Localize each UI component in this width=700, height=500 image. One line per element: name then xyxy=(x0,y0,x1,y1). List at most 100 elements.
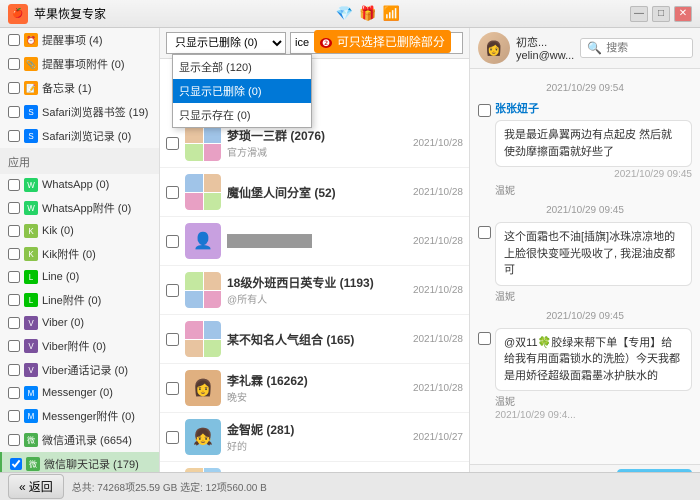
sidebar-item-line[interactable]: L Line (0) xyxy=(0,266,159,288)
checkbox-chat-4[interactable] xyxy=(166,284,179,297)
chat-name-1: 梦琐一三群 (2076) xyxy=(227,127,407,144)
sidebar-item-viber-tonghua[interactable]: V Viber通话记录 (0) xyxy=(0,358,159,382)
close-button[interactable]: ✕ xyxy=(674,6,692,22)
filter-select[interactable]: 显示全部 (120) 只显示已删除 (0) 只显示存在 (0) xyxy=(166,32,286,54)
sidebar-item-line-fj[interactable]: L Line附件 (0) xyxy=(0,288,159,312)
label-biji: 备忘录 (1) xyxy=(42,80,151,96)
checkbox-tixingfujian[interactable] xyxy=(8,58,20,70)
chat-list: 梦琐一三群 (2076) 官方滑减 2021/10/28 魔仙堡人间分室 (52… xyxy=(160,119,469,474)
search-field[interactable] xyxy=(606,42,686,54)
msg-checkbox-3[interactable] xyxy=(478,332,491,345)
checkbox-safari-lishi[interactable] xyxy=(8,130,20,142)
msg-bubble-2: 这个面霜也不油[插旗]冰珠凉凉地的上脸很快变哑光吸收了, 我混油皮都可 xyxy=(495,222,692,286)
sidebar-item-messenger-fj[interactable]: M Messenger附件 (0) xyxy=(0,404,159,428)
checkbox-whatsapp-fj[interactable] xyxy=(8,202,20,214)
chat-item-7[interactable]: 👧 金智妮 (281) 好的 2021/10/27 xyxy=(160,413,469,462)
checkbox-chat-3[interactable] xyxy=(166,235,179,248)
msg-checkbox-1[interactable] xyxy=(478,104,491,117)
sidebar-item-kik-fj[interactable]: K Kik附件 (0) xyxy=(0,242,159,266)
right-panel: 👩 初恋... yelin@ww... 🔍 2021/10/29 09:54 张… xyxy=(470,28,700,500)
checkbox-messenger-fj[interactable] xyxy=(8,410,20,422)
chat-meta-3: 2021/10/28 xyxy=(413,236,463,247)
sidebar-item-tixing[interactable]: ⏰ 提醒事项 (4) xyxy=(0,28,159,52)
avatar-4 xyxy=(185,272,221,308)
dropdown-item-existing[interactable]: 只显示存在 (0) xyxy=(173,103,311,127)
label-messenger-fj: Messenger附件 (0) xyxy=(42,408,151,424)
checkbox-line[interactable] xyxy=(8,271,20,283)
msg-content-2: 这个面霜也不油[插旗]冰珠凉凉地的上脸很快变哑光吸收了, 我混油皮都可 温妮 xyxy=(495,222,692,303)
icon-safari-shuqian: S xyxy=(24,105,38,119)
checkbox-chat-7[interactable] xyxy=(166,431,179,444)
chat-info-6: 李礼霖 (16262) 晚安 xyxy=(227,372,407,404)
icon-line: L xyxy=(24,270,38,284)
title-bar-controls[interactable]: — □ ✕ xyxy=(630,6,692,22)
msg-item-3: @双11🍀胶绿来帮下单【专用】给给我有用面霜锁水的洗脸）今天我都是用娇径超级面霜… xyxy=(478,328,692,422)
icon-messenger-fj: M xyxy=(24,409,38,423)
chat-name-2: 魔仙堡人间分室 (52) xyxy=(227,184,407,201)
chat-date-5: 2021/10/28 xyxy=(413,334,463,345)
sidebar-item-kik[interactable]: K Kik (0) xyxy=(0,220,159,242)
dropdown-item-all[interactable]: 显示全部 (120) xyxy=(173,55,311,79)
checkbox-weixin-liaotian[interactable] xyxy=(10,458,22,470)
checkbox-tixing[interactable] xyxy=(8,34,20,46)
minimize-button[interactable]: — xyxy=(630,6,648,22)
msg-checkbox-2[interactable] xyxy=(478,226,491,239)
checkbox-chat-5[interactable] xyxy=(166,333,179,346)
sidebar-item-viber-fj[interactable]: V Viber附件 (0) xyxy=(0,334,159,358)
checkbox-biji[interactable] xyxy=(8,82,20,94)
chat-info-4: 18级外班西日英专业 (1193) @所有人 xyxy=(227,274,407,306)
back-label: 返回 xyxy=(29,478,53,495)
checkbox-line-fj[interactable] xyxy=(8,294,20,306)
sidebar-item-safari-lishi[interactable]: S Safari浏览记录 (0) xyxy=(0,124,159,148)
checkbox-viber[interactable] xyxy=(8,317,20,329)
right-header-title: 初恋... yelin@ww... xyxy=(516,34,574,62)
sidebar-item-messenger[interactable]: M Messenger (0) xyxy=(0,382,159,404)
chat-item-2[interactable]: 魔仙堡人间分室 (52) 2021/10/28 xyxy=(160,168,469,217)
label-messenger: Messenger (0) xyxy=(42,387,151,399)
checkbox-chat-1[interactable] xyxy=(166,137,179,150)
chat-name-6: 李礼霖 (16262) xyxy=(227,372,407,389)
chat-date-4: 2021/10/28 xyxy=(413,285,463,296)
chat-item-4[interactable]: 18级外班西日英专业 (1193) @所有人 2021/10/28 xyxy=(160,266,469,315)
chat-meta-6: 2021/10/28 xyxy=(413,383,463,394)
chat-info-1: 梦琐一三群 (2076) 官方滑减 xyxy=(227,127,407,159)
sidebar-item-biji[interactable]: 📝 备忘录 (1) xyxy=(0,76,159,100)
main-area: ⏰ 提醒事项 (4) 📎 提醒事项附件 (0) 📝 备忘录 (1) S Safa… xyxy=(0,28,700,500)
checkbox-weixin-tongxun[interactable] xyxy=(8,434,20,446)
dropdown-item-deleted[interactable]: 只显示已删除 (0) xyxy=(173,79,311,103)
checkbox-viber-tonghua[interactable] xyxy=(8,364,20,376)
back-arrow-icon: « xyxy=(19,480,26,494)
label-kik-fj: Kik附件 (0) xyxy=(42,246,151,262)
search-box[interactable]: 🔍 xyxy=(580,38,693,58)
back-button[interactable]: « 返回 xyxy=(8,474,64,499)
checkbox-chat-2[interactable] xyxy=(166,186,179,199)
label-tixing: 提醒事项 (4) xyxy=(42,32,151,48)
sidebar: ⏰ 提醒事项 (4) 📎 提醒事项附件 (0) 📝 备忘录 (1) S Safa… xyxy=(0,28,160,500)
middle-toolbar: 显示全部 (120) 只显示已删除 (0) 只显示存在 (0) 显示全部 (12… xyxy=(160,28,469,59)
sidebar-item-tixingfujian[interactable]: 📎 提醒事项附件 (0) xyxy=(0,52,159,76)
maximize-button[interactable]: □ xyxy=(652,6,670,22)
right-header: 👩 初恋... yelin@ww... 🔍 xyxy=(470,28,700,69)
message-list: 2021/10/29 09:54 张张妞子 我是最近鼻翼两边有点起皮 然后就使劲… xyxy=(470,69,700,464)
checkbox-viber-fj[interactable] xyxy=(8,340,20,352)
checkbox-kik[interactable] xyxy=(8,225,20,237)
sidebar-item-safari-shuqian[interactable]: S Safari浏览器书签 (19) xyxy=(0,100,159,124)
sidebar-item-weixin-tongxun[interactable]: 微 微信通讯录 (6654) xyxy=(0,428,159,452)
chat-item-6[interactable]: 👩 李礼霖 (16262) 晚安 2021/10/28 xyxy=(160,364,469,413)
sidebar-item-whatsapp[interactable]: W WhatsApp (0) xyxy=(0,174,159,196)
checkbox-messenger[interactable] xyxy=(8,387,20,399)
avatar-5 xyxy=(185,321,221,357)
checkbox-kik-fj[interactable] xyxy=(8,248,20,260)
checkbox-safari-shuqian[interactable] xyxy=(8,106,20,118)
app-title: 苹果恢复专家 xyxy=(34,5,106,22)
checkbox-whatsapp[interactable] xyxy=(8,179,20,191)
sidebar-item-whatsapp-fj[interactable]: W WhatsApp附件 (0) xyxy=(0,196,159,220)
chat-info-3: ██████████ xyxy=(227,234,407,248)
icon-messenger: M xyxy=(24,386,38,400)
tooltip-text: 可只选择已删除部分 xyxy=(337,35,445,49)
avatar-3: 👤 xyxy=(185,223,221,259)
checkbox-chat-6[interactable] xyxy=(166,382,179,395)
chat-item-3[interactable]: 👤 ██████████ 2021/10/28 xyxy=(160,217,469,266)
sidebar-item-viber[interactable]: V Viber (0) xyxy=(0,312,159,334)
chat-item-5[interactable]: 某不知名人气组合 (165) 2021/10/28 xyxy=(160,315,469,364)
